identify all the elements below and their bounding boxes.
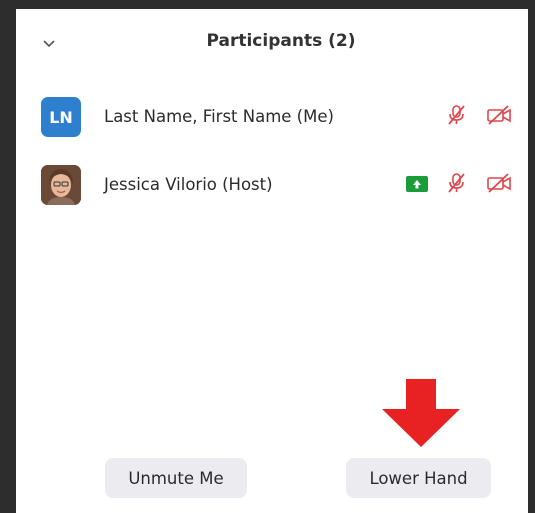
- participant-name: Last Name, First Name (Me): [104, 107, 334, 126]
- participant-row[interactable]: Jessica Vilorio (Host): [16, 161, 528, 207]
- panel-title: Participants (2): [206, 31, 356, 51]
- participant-row[interactable]: LN Last Name, First Name (Me): [16, 93, 528, 139]
- panel-header: Participants (2): [16, 9, 528, 79]
- lower-hand-button[interactable]: Lower Hand: [346, 458, 491, 498]
- avatar: [41, 165, 81, 205]
- participants-panel: Participants (2) LN Last Name, First Nam…: [16, 9, 528, 513]
- down-arrow-icon: [382, 379, 460, 447]
- avatar: LN: [41, 97, 81, 137]
- mic-muted-icon[interactable]: [444, 171, 470, 195]
- unmute-button[interactable]: Unmute Me: [105, 458, 247, 498]
- video-off-icon[interactable]: [486, 171, 512, 195]
- raised-hand-icon: [406, 176, 428, 192]
- mic-muted-icon[interactable]: [444, 103, 470, 127]
- participant-name: Jessica Vilorio (Host): [104, 175, 273, 194]
- video-off-icon[interactable]: [486, 103, 512, 127]
- window-frame: Participants (2) LN Last Name, First Nam…: [0, 0, 535, 513]
